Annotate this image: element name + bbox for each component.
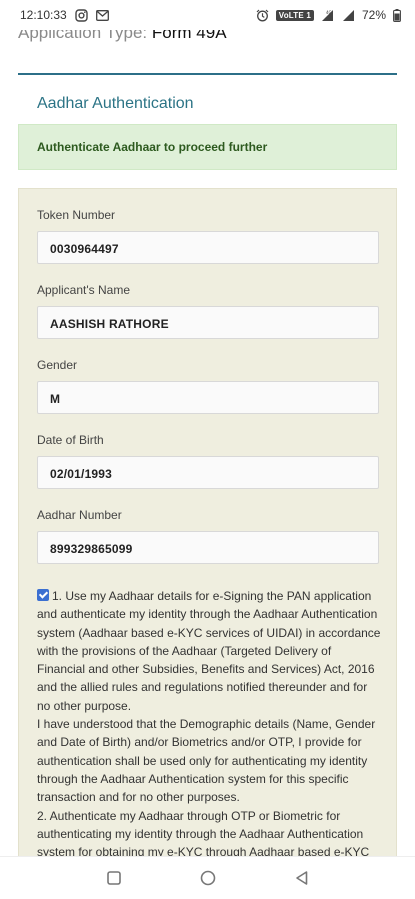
date-of-birth-field[interactable]: 02/01/1993 xyxy=(37,456,379,489)
consent-checkbox[interactable] xyxy=(37,589,49,601)
cell-signal-icon xyxy=(342,9,355,22)
status-bar: 12:10:33 VoLTE 1 4G 72% xyxy=(0,0,415,30)
back-icon[interactable] xyxy=(290,866,314,890)
alarm-icon xyxy=(256,9,269,22)
aadhar-number-label: Aadhar Number xyxy=(37,508,122,522)
consent-paragraph-2: I have understood that the Demographic d… xyxy=(37,717,376,805)
status-right: VoLTE 1 4G 72% xyxy=(256,8,401,22)
token-number-field[interactable]: 0030964497 xyxy=(37,231,379,264)
aadhar-number-field[interactable]: 899329865099 xyxy=(37,531,379,564)
gender-label: Gender xyxy=(37,358,78,372)
navigation-bar xyxy=(0,856,415,899)
instagram-icon xyxy=(75,8,88,22)
battery-percent: 72% xyxy=(361,8,386,22)
aadhar-form-panel: Token Number 0030964497 Applicant's Name… xyxy=(18,188,397,868)
svg-text:4G: 4G xyxy=(326,10,332,15)
consent-text-block: 1. Use my Aadhaar details for e-Signing … xyxy=(37,587,382,867)
applicant-name-label: Applicant's Name xyxy=(37,283,130,297)
date-of-birth-label: Date of Birth xyxy=(37,433,104,447)
consent-paragraph-1-text: 1. Use my Aadhaar details for e-Signing … xyxy=(37,589,381,713)
consent-paragraph-1: 1. Use my Aadhaar details for e-Signing … xyxy=(37,587,382,715)
battery-icon xyxy=(393,8,401,22)
token-number-label: Token Number xyxy=(37,208,116,222)
status-time: 12:10:33 xyxy=(20,8,67,22)
recents-icon[interactable] xyxy=(102,866,126,890)
gmail-icon xyxy=(95,9,109,21)
section-divider xyxy=(18,73,397,75)
section-title: Aadhar Authentication xyxy=(37,95,194,112)
gender-field[interactable]: M xyxy=(37,381,379,414)
home-icon[interactable] xyxy=(196,866,220,890)
data-signal-icon: 4G xyxy=(321,9,335,22)
status-left: 12:10:33 xyxy=(20,8,109,22)
volte-icon: VoLTE 1 xyxy=(275,9,314,21)
applicant-name-field[interactable]: AASHISH RATHORE xyxy=(37,306,379,339)
info-alert: Authenticate Aadhaar to proceed further xyxy=(18,124,397,170)
